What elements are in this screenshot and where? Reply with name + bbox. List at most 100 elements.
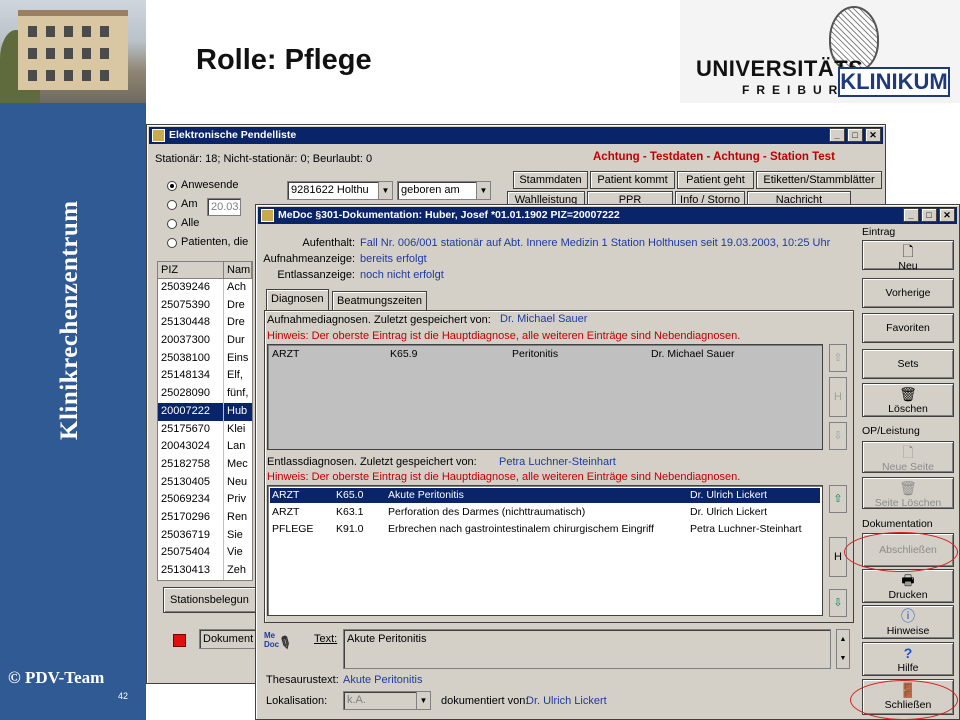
medoc-titlebar: MeDoc §301-Dokumentation: Huber, Josef *… <box>258 207 957 224</box>
printer-icon: 🖶 <box>901 572 915 588</box>
list-item[interactable]: 20007222 Hub <box>158 402 252 421</box>
hinweise-button[interactable]: ⓘ Hinweise <box>862 605 954 639</box>
neu-button[interactable]: 🗋 Neu <box>862 240 954 272</box>
text-field[interactable]: Akute Peritonitis <box>343 629 831 669</box>
move-up-icon[interactable]: ⇧ <box>829 344 847 372</box>
loeschen-button[interactable]: 🗑 Löschen <box>862 383 954 417</box>
radio-am[interactable] <box>167 200 177 210</box>
medoc-minimize-button[interactable]: _ <box>903 208 919 222</box>
list-item[interactable]: 25170296 Ren <box>158 508 252 527</box>
tab-patient-geht[interactable]: Patient geht <box>677 171 754 189</box>
move-down-icon[interactable]: ⇩ <box>829 422 847 450</box>
minimize-button[interactable]: _ <box>829 128 845 142</box>
move-up-icon[interactable]: ⇧ <box>829 485 847 513</box>
priority-h-button[interactable]: H <box>829 377 847 417</box>
drucken-button[interactable]: 🖶 Drucken <box>862 569 954 603</box>
pen-icon: ✎ <box>274 632 295 655</box>
list-item[interactable]: 25182758 Mec <box>158 455 252 474</box>
radio-patienten[interactable] <box>167 238 177 248</box>
slide-title: Rolle: Pflege <box>196 44 372 76</box>
list-item[interactable]: 25028090 fünf, <box>158 385 252 403</box>
copyright: © PDV-Team <box>8 668 105 687</box>
vorherige-button[interactable]: Vorherige <box>862 278 954 308</box>
aufenthalt-label: Aufenthalt: <box>302 237 355 249</box>
list-item[interactable]: 25148134 Elf, <box>158 367 252 386</box>
seite-loeschen-button[interactable]: 🗑 Seite Löschen <box>862 477 954 509</box>
hospital-photo <box>0 0 146 103</box>
text-scrollbar[interactable]: ▲ ▼ <box>836 629 850 669</box>
highlight-abschliessen <box>844 532 958 572</box>
list-item[interactable]: 25036719 Sie <box>158 526 252 545</box>
list-item[interactable]: 25075390 Dre <box>158 296 252 315</box>
neue-seite-button[interactable]: 🗋 Neue Seite <box>862 441 954 473</box>
group-op-leistung: OP/Leistung <box>862 425 920 437</box>
test-warning: Achtung - Testdaten - Achtung - Station … <box>593 151 835 163</box>
stationsbelegung-button[interactable]: Stationsbelegun <box>163 587 259 613</box>
table-row[interactable]: ARZT K65.0 Akute Peritonitis Dr. Ulrich Lic… <box>270 488 820 503</box>
tab-diagnosen[interactable]: Diagnosen <box>266 289 329 311</box>
thesaurus-value: Akute Peritonitis <box>343 674 423 686</box>
entlass-label: Entlassanzeige: <box>277 269 355 281</box>
hilfe-button[interactable]: ? Hilfe <box>862 642 954 676</box>
move-down-icon[interactable]: ⇩ <box>829 589 847 617</box>
aufn-saved-by: Dr. Michael Sauer <box>500 313 588 325</box>
radio-alle[interactable] <box>167 219 177 229</box>
sort-combo[interactable]: geboren am ▼ <box>397 181 491 200</box>
entl-hint: Hinweis: Der oberste Eintrag ist die Hau… <box>267 471 741 483</box>
list-item[interactable]: 25038100 Eins <box>158 349 252 368</box>
pendelliste-titlebar: Elektronische Pendelliste _ □ ✕ <box>149 127 883 144</box>
side-title: Klinikrechenzentrum <box>56 200 83 440</box>
list-item[interactable]: 20043024 Lan <box>158 438 252 456</box>
documented-label: dokumentiert von: <box>441 695 529 707</box>
university-logo: UNIVERSITÄTS FREIBURG KLINIKUM <box>680 0 960 103</box>
column-header-piz[interactable]: PIZ <box>158 262 224 278</box>
radio-anwesende[interactable] <box>167 181 177 191</box>
trash-icon: 🗑 <box>899 386 917 402</box>
text-label: Text: <box>314 633 338 645</box>
table-row[interactable]: ARZT K65.9 Peritonitis Dr. Michael Sauer <box>270 347 820 362</box>
stats-text: Stationär: 18; Nicht-stationär: 0; Beurl… <box>155 153 373 165</box>
list-item[interactable]: 25130413 Zeh <box>158 562 252 580</box>
tab-stammdaten[interactable]: Stammdaten <box>513 171 588 189</box>
list-item[interactable]: 20037300 Dur <box>158 332 252 350</box>
station-combo[interactable]: 9281622 Holthu ▼ <box>287 181 393 200</box>
tab-patient-kommt[interactable]: Patient kommt <box>590 171 675 189</box>
trash-icon: 🗑 <box>899 480 917 496</box>
close-button[interactable]: ✕ <box>865 128 881 142</box>
sets-button[interactable]: Sets <box>862 349 954 379</box>
status-indicator <box>173 634 186 647</box>
list-item[interactable]: 25075404 Vie <box>158 544 252 562</box>
dokument-field: Dokument <box>199 629 259 649</box>
group-eintrag: Eintrag <box>862 226 896 238</box>
list-item[interactable]: 25130448 Dre <box>158 314 252 333</box>
date-field[interactable]: 20.03. <box>207 198 241 216</box>
table-row[interactable]: PFLEGE K91.0 Erbrechen nach gastrointestin… <box>270 522 820 537</box>
entl-header: Entlassdiagnosen. Zuletzt gespeichert vo… <box>267 456 477 468</box>
column-header-name[interactable]: Nam <box>224 262 252 278</box>
list-item[interactable]: 25039246 Ach <box>158 279 252 297</box>
aufnahme-diagnose-grid[interactable]: ARZT K65.9 Peritonitis Dr. Michael Sauer <box>267 344 823 450</box>
group-dokumentation: Dokumentation <box>862 518 933 530</box>
favoriten-button[interactable]: Favoriten <box>862 313 954 343</box>
medoc-maximize-button[interactable]: □ <box>921 208 937 222</box>
entlass-value: noch nicht erfolgt <box>360 269 444 281</box>
thesaurus-label: Thesaurustext: <box>266 674 339 686</box>
tab-etiketten[interactable]: Etiketten/Stammblätter <box>756 171 882 189</box>
patient-list[interactable]: PIZ Nam 25039246 Ach 25075390 Dre 25130448 Dr… <box>157 261 253 581</box>
table-row[interactable]: ARZT K63.1 Perforation des Darmes (nichttr… <box>270 505 820 520</box>
maximize-button[interactable]: □ <box>847 128 863 142</box>
tab-beatmungszeiten[interactable]: Beatmungszeiten <box>332 291 427 311</box>
new-page-icon: 🗋 <box>902 444 914 460</box>
aufnahme-value: bereits erfolgt <box>360 253 427 265</box>
list-item[interactable]: 25175670 Klei <box>158 420 252 439</box>
medoc-close-button[interactable]: ✕ <box>939 208 955 222</box>
lokalisation-combo[interactable]: k.A. ▼ <box>343 691 431 710</box>
new-document-icon: 🗋 <box>902 243 914 259</box>
priority-h-button[interactable]: H <box>829 537 847 577</box>
info-icon: ⓘ <box>901 608 915 624</box>
entlass-diagnose-grid[interactable]: ARZT K65.0 Akute Peritonitis Dr. Ulrich Lic… <box>267 485 823 616</box>
list-item[interactable]: 25130405 Neu <box>158 473 252 492</box>
highlight-schliessen <box>850 680 958 720</box>
list-item[interactable]: 25069234 Priv <box>158 491 252 509</box>
medoc-logo: Me Doc ✎ <box>264 631 295 655</box>
